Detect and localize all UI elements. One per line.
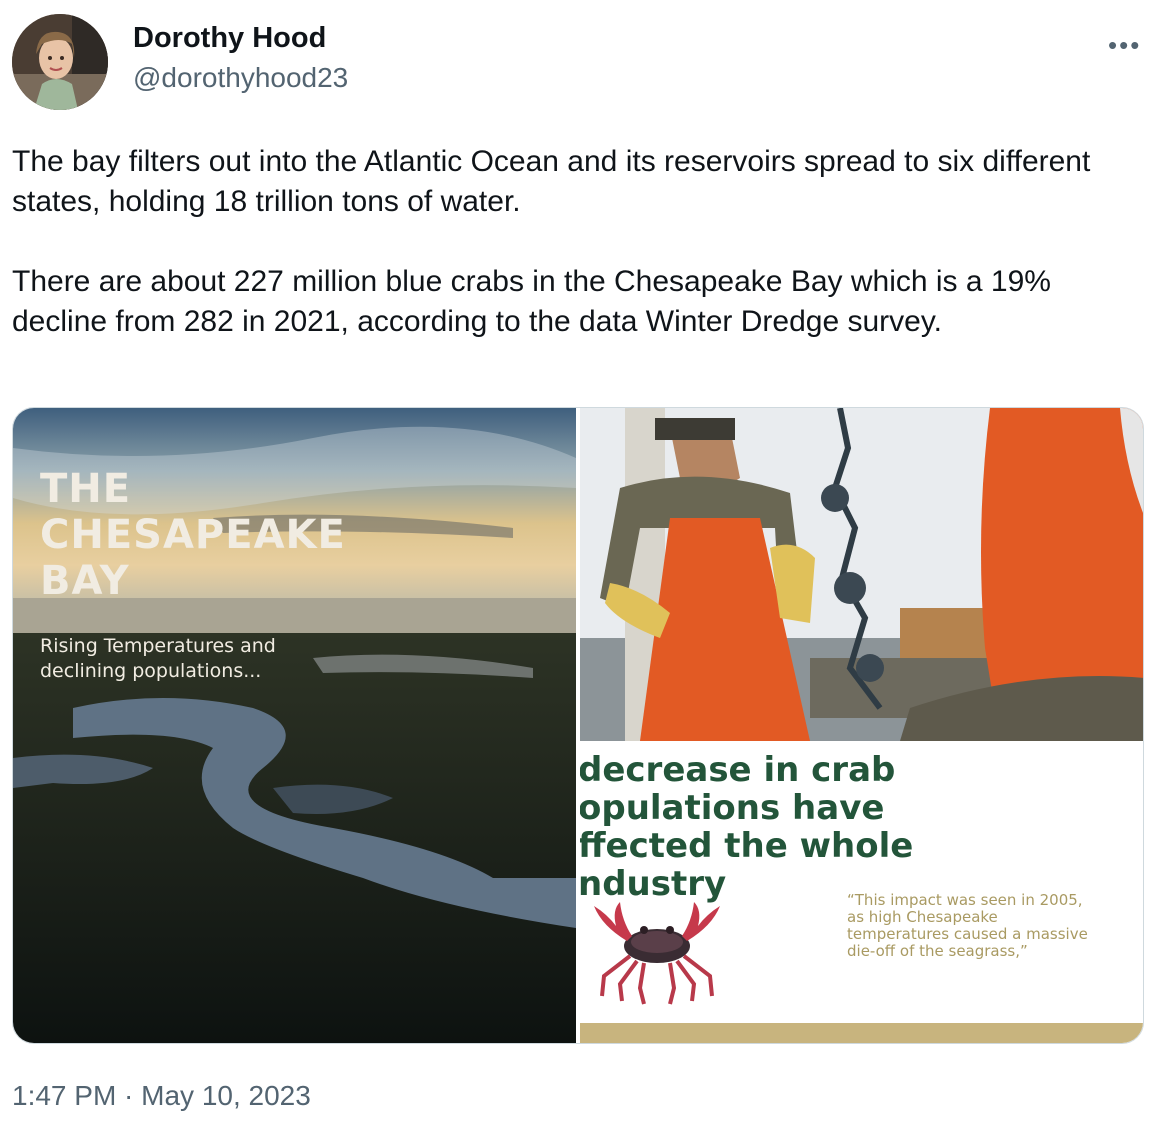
headline-line-3: ffected the whole <box>580 826 914 866</box>
headline-line-2: opulations have <box>580 788 885 828</box>
quote-line-3: temperatures caused a massive <box>847 925 1088 943</box>
avatar[interactable] <box>12 14 108 110</box>
quote-line-4: die-off of the seagrass,” <box>847 942 1028 960</box>
title-line-1: THE <box>40 466 132 512</box>
headline-line-1: decrease in crab <box>580 750 896 790</box>
author-name[interactable]: Dorothy Hood <box>133 22 326 55</box>
tweet-timestamp[interactable]: 1:47 PM · May 10, 2023 <box>12 1080 311 1112</box>
subtitle-line-1: Rising Temperatures and <box>40 635 276 657</box>
quote-line-1: “This impact was seen in 2005, <box>847 891 1083 909</box>
subtitle-line-2: declining populations... <box>40 660 262 682</box>
profile-photo-icon <box>12 14 108 110</box>
crab-headline: decrease in crab opulations have ffected… <box>580 751 913 903</box>
media-image-chesapeake-bay[interactable]: THE CHESAPEAKE BAY Rising Temperatures a… <box>13 408 576 1043</box>
tweet-text-paragraph-1: The bay filters out into the Atlantic Oc… <box>12 145 1091 218</box>
quote-line-2: as high Chesapeake <box>847 908 998 926</box>
quote-text: “This impact was seen in 2005, as high C… <box>847 891 1143 960</box>
crab-fishermen-photo <box>580 408 1143 741</box>
more-horizontal-icon[interactable]: ••• <box>1108 32 1141 58</box>
title-line-3: BAY <box>40 558 130 604</box>
title-line-2: CHESAPEAKE <box>40 512 346 558</box>
crab-illustration-icon <box>594 902 720 1005</box>
media-grid[interactable]: THE CHESAPEAKE BAY Rising Temperatures a… <box>12 407 1144 1044</box>
tweet-text-paragraph-2: There are about 227 million blue crabs i… <box>12 265 1051 338</box>
media-image-crab-decline[interactable]: decrease in crab opulations have ffected… <box>580 408 1143 1043</box>
author-handle[interactable]: @dorothyhood23 <box>133 62 348 94</box>
image-subtitle: Rising Temperatures and declining popula… <box>40 634 340 684</box>
gold-bottom-bar <box>580 1023 1143 1043</box>
image-title: THE CHESAPEAKE BAY <box>40 466 440 604</box>
